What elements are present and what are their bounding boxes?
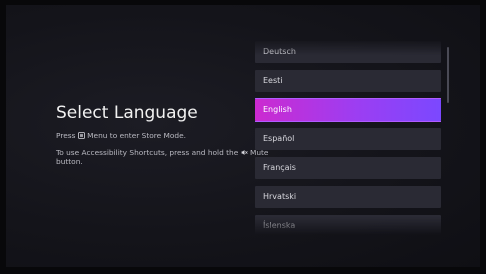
page-title: Select Language: [56, 103, 198, 123]
accessibility-hint: To use Accessibility Shortcuts, press an…: [56, 148, 276, 166]
language-list-scrollbar[interactable]: [447, 47, 449, 103]
store-mode-hint: Press Menu to enter Store Mode.: [56, 131, 276, 140]
language-item-espanol[interactable]: Español: [255, 128, 441, 150]
mute-icon: [241, 149, 248, 156]
language-item-hrvatski[interactable]: Hrvatski: [255, 186, 441, 208]
language-setup-screen: Select Language Press Menu to enter Stor…: [6, 5, 480, 267]
language-item-francais[interactable]: Français: [255, 157, 441, 179]
language-item-islenska[interactable]: Íslenska: [255, 215, 441, 235]
store-mode-hint-prefix: Press: [56, 131, 78, 140]
language-item-deutsch[interactable]: Deutsch: [255, 41, 441, 63]
store-mode-hint-suffix: Menu to enter Store Mode.: [84, 131, 187, 140]
language-list[interactable]: Deutsch Eesti English Español Français H…: [255, 39, 441, 235]
accessibility-hint-prefix: To use Accessibility Shortcuts, press an…: [56, 148, 241, 157]
left-panel: Select Language Press Menu to enter Stor…: [56, 103, 276, 174]
menu-icon: [77, 132, 85, 139]
language-item-english[interactable]: English: [255, 99, 441, 121]
language-item-eesti[interactable]: Eesti: [255, 70, 441, 92]
